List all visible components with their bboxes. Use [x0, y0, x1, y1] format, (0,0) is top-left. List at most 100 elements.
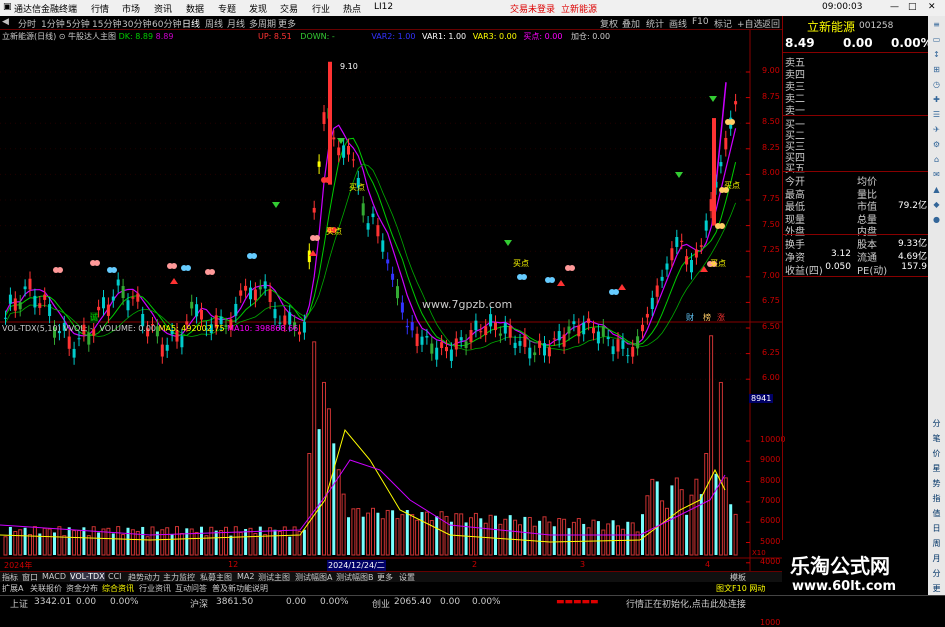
period-tab[interactable]: 5分钟	[66, 17, 90, 30]
candle	[126, 300, 130, 311]
quote-price: 8.49	[785, 36, 815, 50]
sidebar-tool-icon[interactable]: ☰	[928, 110, 945, 119]
sidebar-tab[interactable]: 分	[928, 568, 945, 579]
tool-button[interactable]: 画线	[669, 17, 687, 30]
menu-item[interactable]: 行业	[312, 2, 330, 15]
info-tab[interactable]: 综合资讯	[102, 583, 134, 594]
sidebar-tab[interactable]: 值	[928, 508, 945, 519]
candle	[366, 223, 370, 230]
tool-button[interactable]: +自选	[737, 17, 763, 30]
indicator-tab[interactable]: MA2	[237, 572, 254, 581]
sidebar-tool-icon[interactable]: ⚙	[928, 140, 945, 149]
candle	[734, 101, 738, 105]
menu-item[interactable]: 专题	[218, 2, 236, 15]
indicator-tab[interactable]: CCI	[108, 572, 122, 581]
login-link[interactable]: 交易未登录	[510, 2, 555, 15]
sidebar-tool-icon[interactable]: ✉	[928, 170, 945, 179]
tool-button[interactable]: 标记	[714, 17, 732, 30]
sidebar-tab[interactable]: 笔	[928, 433, 945, 444]
tool-button[interactable]: F10	[692, 17, 709, 27]
sidebar-tab[interactable]: 势	[928, 478, 945, 489]
sidebar-tool-icon[interactable]: ⊞	[928, 65, 945, 74]
sidebar-tab[interactable]: 日	[928, 523, 945, 534]
candle	[131, 297, 135, 299]
candle	[621, 340, 625, 349]
quote-change: 0.00	[843, 36, 873, 50]
sidebar-tab[interactable]: 指	[928, 493, 945, 504]
menu-item[interactable]: LI12	[374, 2, 393, 12]
menu-item[interactable]: 发现	[249, 2, 267, 15]
sidebar-tool-icon[interactable]: ◷	[928, 80, 945, 89]
minimize-icon[interactable]: —	[890, 2, 899, 12]
period-tab-active[interactable]: 日线	[182, 17, 200, 30]
period-tab[interactable]: 多周期	[249, 17, 276, 30]
menu-item[interactable]: 行情	[91, 2, 109, 15]
period-tab[interactable]: 月线	[227, 17, 245, 30]
sidebar-tool-icon[interactable]: ◆	[928, 200, 945, 209]
back-icon[interactable]: ◀	[2, 17, 9, 27]
vol-name[interactable]: VOL-TDX(5,10)	[2, 324, 61, 333]
period-tab[interactable]: 分时	[18, 17, 36, 30]
index-cy-name[interactable]: 创业	[372, 597, 390, 610]
candle	[592, 327, 595, 334]
tool-button[interactable]: 统计	[646, 17, 664, 30]
menu-item[interactable]: 热点	[343, 2, 361, 15]
candle	[538, 340, 542, 348]
indicator-name[interactable]: 牛股达人主图	[68, 32, 116, 41]
maximize-icon[interactable]: □	[908, 2, 917, 12]
info-tab[interactable]: 关联报价	[30, 583, 62, 594]
tool-button[interactable]: 复权	[600, 17, 618, 30]
candle	[543, 343, 546, 356]
period-tab[interactable]: 60分钟	[152, 17, 181, 30]
index-sz-name[interactable]: 沪深	[190, 597, 208, 610]
tool-button[interactable]: 叠加	[622, 17, 640, 30]
indicator-tab[interactable]: VOL-TDX	[70, 572, 105, 581]
index-sh-name[interactable]: 上证	[10, 597, 28, 610]
sidebar-tab[interactable]: 更	[928, 583, 945, 594]
sidebar-tool-icon[interactable]: ✚	[928, 95, 945, 104]
sidebar-tab[interactable]: 月	[928, 553, 945, 564]
period-tab[interactable]: 更多	[278, 17, 296, 30]
info-tab[interactable]: 资金分布	[66, 583, 98, 594]
stat-value: 9.33亿	[897, 239, 927, 249]
chart-name: 立新能源(日线)	[2, 32, 57, 41]
f10-link[interactable]: 图文F10 网动	[716, 583, 765, 594]
period-tab[interactable]: 1分钟	[41, 17, 65, 30]
sidebar-tool-icon[interactable]: ●	[928, 215, 945, 224]
info-tab[interactable]: 行业资讯	[139, 583, 171, 594]
chart-area[interactable]	[0, 30, 782, 571]
indicator-tabs: 指标 窗口 MACD VOL-TDX CCI 趋势动力 主力监控 私募主图 MA2 测试主图 测试幅…	[0, 571, 782, 582]
main-chart-values: UP: 8.51 DOWN: - VAR2: 1.00 VAR1: 1.00 V…	[258, 31, 610, 42]
buy-label: 买点	[513, 259, 529, 268]
period-tab[interactable]: 30分钟	[122, 17, 151, 30]
sidebar-tool-icon[interactable]: ▲	[928, 185, 945, 194]
info-tab[interactable]: 扩展A	[2, 583, 23, 594]
close-icon[interactable]: ✕	[928, 2, 936, 12]
sidebar-tab[interactable]: 周	[928, 538, 945, 549]
candle	[351, 159, 355, 161]
menu-item[interactable]: 数据	[186, 2, 204, 15]
buy-label: 买点	[349, 183, 365, 192]
menu-item[interactable]: 交易	[280, 2, 298, 15]
sidebar-tab[interactable]: 分	[928, 418, 945, 429]
period-tab[interactable]: 周线	[205, 17, 223, 30]
status-message[interactable]: 行情正在初始化,点击此处连接	[626, 597, 746, 610]
candle	[518, 341, 522, 346]
menu-item[interactable]: 市场	[122, 2, 140, 15]
sidebar-tool-icon[interactable]: ↕	[928, 50, 945, 59]
candle	[670, 248, 674, 261]
sidebar-tool-icon[interactable]: ✈	[928, 125, 945, 134]
sidebar-tab[interactable]: 星	[928, 463, 945, 474]
stock-link[interactable]: 立新能源	[561, 2, 597, 15]
sidebar-tab[interactable]: 价	[928, 448, 945, 459]
sidebar-tool-icon[interactable]: ⌂	[928, 155, 945, 164]
info-tab[interactable]: 互动问答	[175, 583, 207, 594]
tool-button[interactable]: 返回	[762, 17, 780, 30]
sidebar-tool-icon[interactable]: ▭	[928, 35, 945, 44]
candle	[547, 347, 551, 357]
info-tab[interactable]: 普及新功能说明	[212, 583, 268, 594]
period-tab[interactable]: 15分钟	[92, 17, 121, 30]
indicator-tab[interactable]: MACD	[42, 572, 66, 581]
menu-item[interactable]: 资讯	[154, 2, 172, 15]
sidebar-tool-icon[interactable]: ≡	[928, 20, 945, 29]
